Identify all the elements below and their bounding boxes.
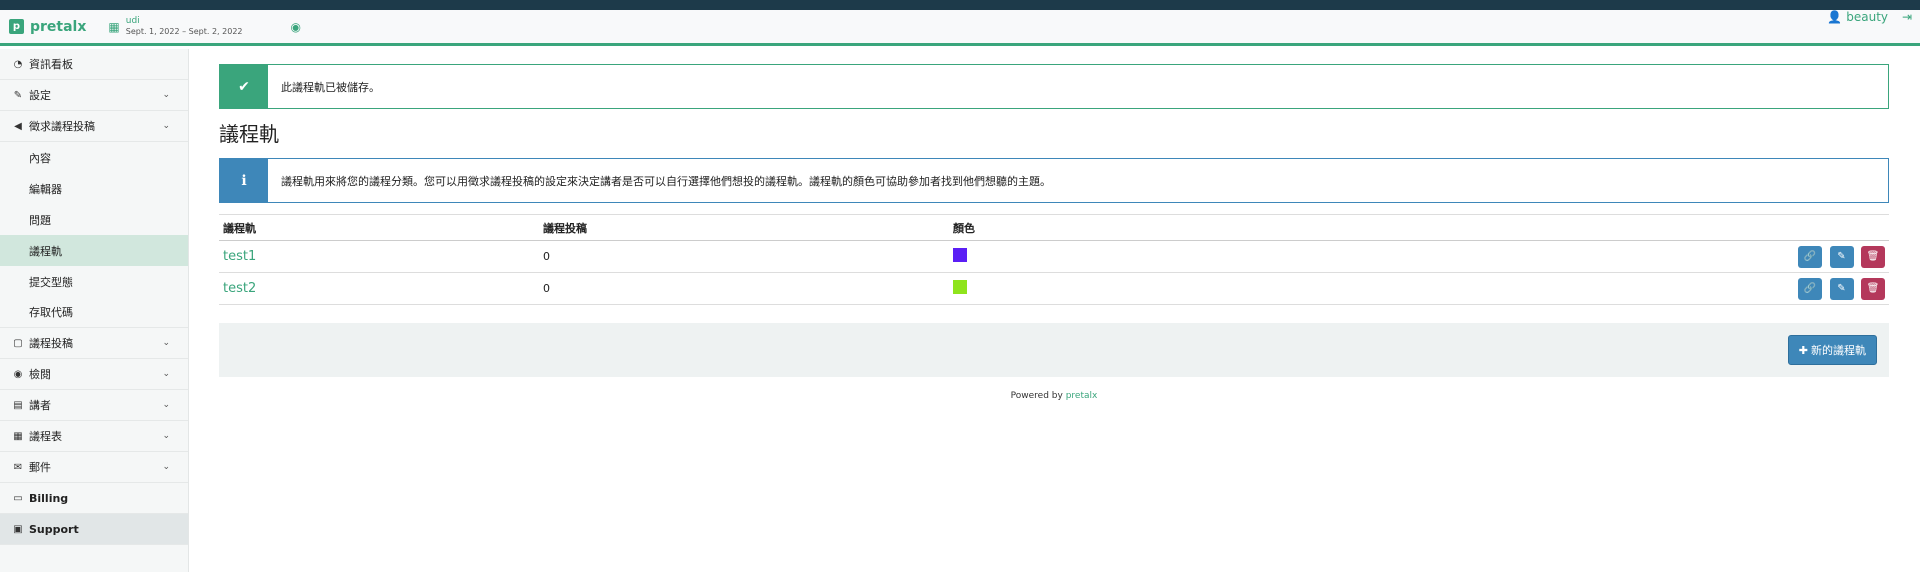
sidebar: ◔ 資訊看板 ✎ 設定 ⌄ ◀ 徵求議程投稿 ⌄ 內容 編輯器 問題 議程軌 提…: [0, 49, 189, 572]
powered-by-text: Powered by: [1010, 391, 1063, 401]
calendar-icon: ▦: [108, 19, 120, 34]
delete-button[interactable]: 🗑: [1861, 277, 1885, 300]
wrench-icon: ✎: [13, 89, 23, 101]
info-icon: ℹ: [220, 159, 268, 202]
user-menu[interactable]: 👤 beauty: [1827, 10, 1888, 24]
sidebar-item-label: 講者: [29, 399, 51, 412]
new-track-button[interactable]: ✚ 新的議程軌: [1787, 335, 1877, 365]
sidebar-item-label: 徵求議程投稿: [29, 120, 95, 133]
table-row: test2 0 🔗 ✎ 🗑: [219, 272, 1889, 305]
sidebar-item-mails[interactable]: ✉ 郵件 ⌄: [0, 452, 188, 483]
sidebar-subitem-tracks[interactable]: 議程軌: [0, 235, 188, 266]
track-submission-count: 0: [543, 282, 550, 295]
chevron-down-icon: ⌄: [162, 369, 170, 379]
event-name: udi: [125, 16, 140, 26]
user-icon: 👤: [1827, 10, 1843, 24]
briefcase-icon: ▣: [13, 523, 23, 535]
tracks-table: 議程軌 議程投稿 顏色 test1 0 🔗 ✎ 🗑 test2 0 🔗 ✎ 🗑: [219, 214, 1889, 305]
chevron-down-icon: ⌄: [162, 400, 170, 410]
info-alert: ℹ 議程軌用來將您的議程分類。您可以用徵求議程投稿的設定來決定講者是否可以自行選…: [219, 158, 1889, 203]
main-content: ✔ 此議程軌已被儲存。 議程軌 ℹ 議程軌用來將您的議程分類。您可以用徵求議程投…: [219, 49, 1889, 401]
view-public-eye-icon[interactable]: ◉: [291, 20, 301, 34]
sidebar-item-review[interactable]: ◉ 檢閱 ⌄: [0, 359, 188, 390]
table-row: test1 0 🔗 ✎ 🗑: [219, 240, 1889, 273]
brand[interactable]: p pretalx: [9, 19, 86, 35]
sidebar-item-cfp[interactable]: ◀ 徵求議程投稿 ⌄: [0, 111, 188, 142]
chevron-down-icon: ⌄: [162, 338, 170, 348]
sidebar-subitem-questions[interactable]: 問題: [0, 204, 188, 235]
track-color-swatch: [953, 280, 967, 294]
table-header-row: 議程軌 議程投稿 顏色: [219, 214, 1889, 241]
sidebar-item-label: 檢閱: [29, 368, 51, 381]
plus-icon: ✚: [1798, 343, 1808, 357]
event-dates: Sept. 1, 2022 – Sept. 2, 2022: [125, 27, 243, 36]
edit-button[interactable]: ✎: [1829, 245, 1854, 268]
copy-link-button[interactable]: 🔗: [1798, 277, 1822, 300]
sidebar-subitem-submission-types[interactable]: 提交型態: [0, 266, 188, 297]
chevron-down-icon: ⌄: [162, 462, 170, 472]
success-alert: ✔ 此議程軌已被儲存。: [219, 64, 1889, 109]
dashboard-icon: ◔: [13, 58, 23, 70]
id-card-icon: ▤: [13, 399, 23, 411]
sidebar-item-settings[interactable]: ✎ 設定 ⌄: [0, 80, 188, 111]
copy-link-button[interactable]: 🔗: [1798, 245, 1822, 268]
sidebar-item-label: 議程表: [29, 430, 62, 443]
sidebar-item-label: 設定: [29, 89, 51, 102]
sidebar-subitem-access-codes[interactable]: 存取代碼: [0, 297, 188, 328]
logout-icon[interactable]: ⇥: [1902, 10, 1912, 24]
new-track-label: 新的議程軌: [1811, 344, 1866, 357]
credit-card-icon: ▭: [13, 492, 23, 504]
bullhorn-icon: ◀: [14, 120, 22, 132]
delete-button[interactable]: 🗑: [1861, 245, 1885, 268]
page-title: 議程軌: [219, 122, 279, 146]
user-name: beauty: [1846, 10, 1888, 24]
sidebar-item-submissions[interactable]: ▢ 議程投稿 ⌄: [0, 328, 188, 359]
edit-button[interactable]: ✎: [1829, 277, 1854, 300]
column-header-color: 顏色: [949, 214, 1169, 241]
calendar-icon: ▦: [13, 430, 23, 442]
sidebar-item-speakers[interactable]: ▤ 講者 ⌄: [0, 390, 188, 421]
brand-name: pretalx: [30, 18, 87, 35]
track-name-link[interactable]: test2: [223, 281, 256, 296]
sticky-note-icon: ▢: [13, 337, 23, 349]
column-header-actions: [1169, 214, 1889, 241]
track-name-link[interactable]: test1: [223, 249, 256, 264]
sidebar-item-label: 議程投稿: [29, 337, 73, 350]
track-color-swatch: [953, 248, 967, 262]
sidebar-item-dashboard[interactable]: ◔ 資訊看板: [0, 49, 188, 80]
sidebar-subitem-content[interactable]: 內容: [0, 142, 188, 173]
top-navbar: p pretalx ▦ udi Sept. 1, 2022 – Sept. 2,…: [0, 10, 1920, 46]
check-icon: ✔: [220, 65, 268, 108]
eye-icon: ◉: [13, 368, 23, 380]
sidebar-item-billing[interactable]: ▭ Billing: [0, 483, 188, 514]
sidebar-item-label: 郵件: [29, 461, 51, 474]
sidebar-item-support[interactable]: ▣ Support: [0, 514, 188, 545]
success-message: 此議程軌已被儲存。: [281, 80, 380, 94]
powered-by-link[interactable]: pretalx: [1066, 391, 1098, 401]
info-message: 議程軌用來將您的議程分類。您可以用徵求議程投稿的設定來決定講者是否可以自行選擇他…: [281, 174, 1051, 188]
chevron-down-icon: ⌄: [162, 121, 170, 131]
form-actions-bar: ✚ 新的議程軌: [219, 323, 1889, 377]
column-header-track: 議程軌: [219, 214, 539, 241]
brand-logo: p: [9, 19, 24, 34]
chevron-down-icon: ⌄: [162, 90, 170, 100]
sidebar-item-label: 資訊看板: [29, 58, 73, 71]
powered-by-footer: Powered by pretalx: [219, 391, 1889, 401]
sidebar-subitem-editor[interactable]: 編輯器: [0, 173, 188, 204]
column-header-submissions: 議程投稿: [539, 214, 949, 241]
browser-top-strip: [0, 0, 1920, 10]
sidebar-item-schedule[interactable]: ▦ 議程表 ⌄: [0, 421, 188, 452]
sidebar-item-label: Support: [29, 522, 79, 536]
track-submission-count: 0: [543, 250, 550, 263]
envelope-icon: ✉: [13, 461, 23, 473]
event-switcher[interactable]: ▦ udi Sept. 1, 2022 – Sept. 2, 2022: [108, 17, 242, 36]
sidebar-item-label: Billing: [29, 491, 69, 505]
chevron-down-icon: ⌄: [162, 431, 170, 441]
